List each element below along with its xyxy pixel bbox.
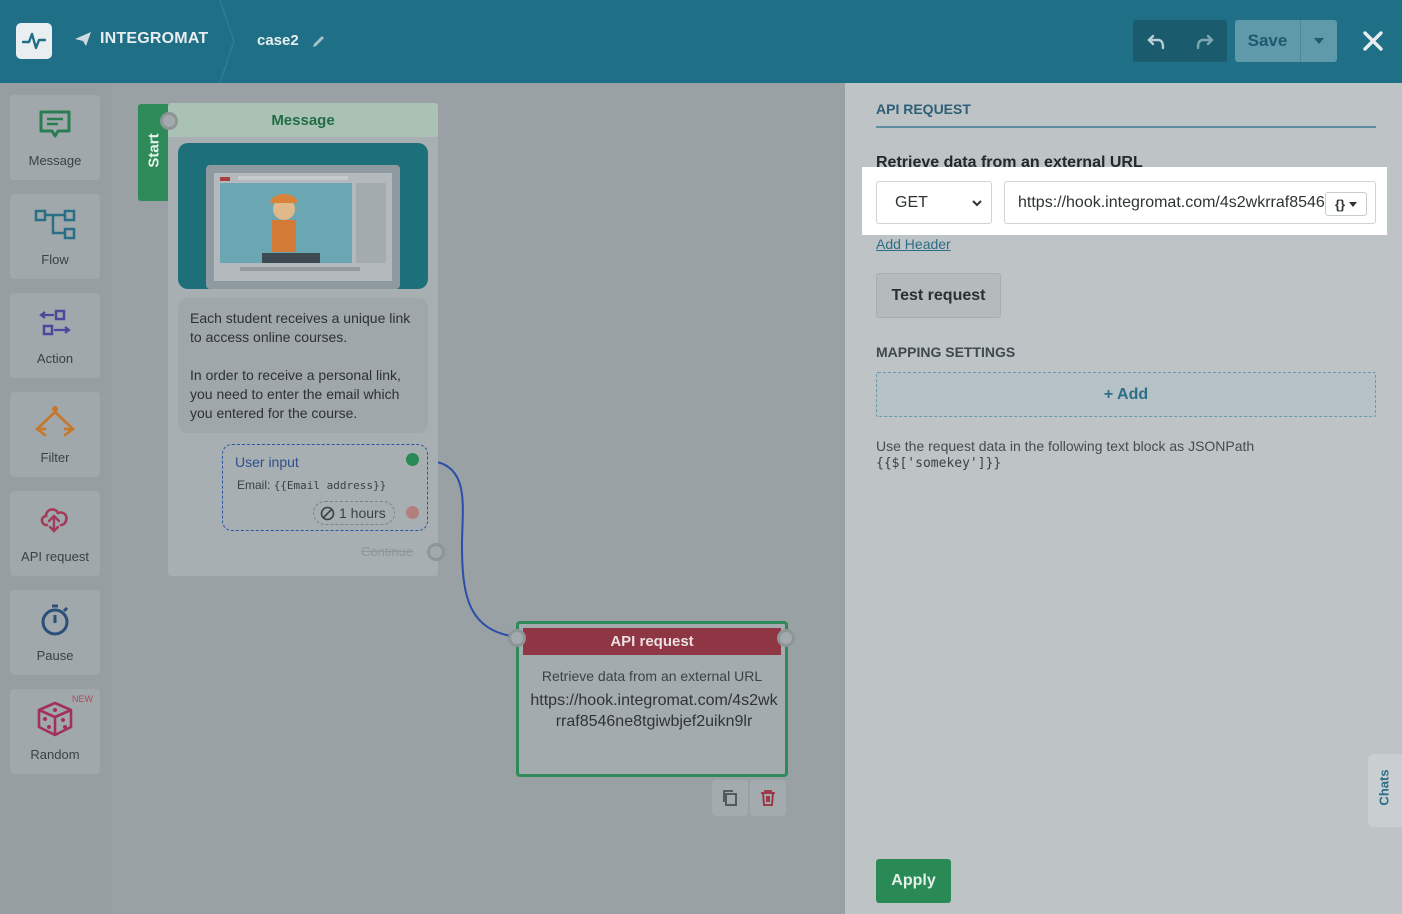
email-variable: {{Email address}}: [273, 479, 387, 492]
continue-label: Continue: [361, 544, 414, 559]
add-mapping-button[interactable]: + Add: [876, 372, 1376, 417]
api-request-node[interactable]: API request Retrieve data from an extern…: [516, 621, 788, 777]
history-controls: [1133, 20, 1227, 62]
chevron-down-icon: [972, 200, 982, 207]
api-node-url: https://hook.integromat.com/4s2wkrraf854…: [530, 692, 778, 730]
timeout-pill[interactable]: 1 hours: [313, 501, 395, 525]
no-entry-icon: [320, 506, 335, 520]
url-input[interactable]: [1018, 192, 1328, 214]
jsonpath-example: {{$['somekey']}}: [876, 456, 1002, 471]
caret-down-icon: [1314, 38, 1324, 44]
close-button[interactable]: [1358, 24, 1388, 58]
redo-icon: [1196, 34, 1214, 50]
panel-divider: [876, 126, 1376, 128]
add-header-link[interactable]: Add Header: [876, 236, 951, 252]
trash-icon: [761, 790, 775, 806]
method-select[interactable]: GET: [876, 181, 992, 224]
jsonpath-help-text: Use the request data in the following te…: [876, 438, 1255, 454]
duplicate-button[interactable]: [712, 780, 748, 816]
success-output-port[interactable]: [406, 453, 419, 466]
message-text-2: In order to receive a personal link, you…: [190, 367, 401, 421]
message-node-title: Message: [168, 103, 438, 137]
undo-button[interactable]: [1133, 20, 1180, 62]
save-options-button[interactable]: [1301, 20, 1337, 62]
caret-down-icon: [1349, 201, 1358, 207]
user-input-title: User input: [235, 454, 299, 470]
panel-title: API REQUEST: [876, 101, 971, 117]
close-icon: [1363, 31, 1383, 51]
message-text-1: Each student receives a unique link to a…: [190, 310, 411, 345]
redo-button[interactable]: [1180, 20, 1227, 62]
undo-icon: [1146, 34, 1164, 50]
chats-tab[interactable]: Chats: [1368, 754, 1402, 827]
user-input-email: Email: {{Email address}}: [237, 478, 386, 492]
chats-label: Chats: [1376, 769, 1392, 806]
insert-variable-button[interactable]: {}: [1325, 192, 1367, 216]
api-node-title: API request: [523, 628, 781, 655]
message-image: [178, 143, 428, 289]
braces-icon: {}: [1334, 196, 1346, 212]
timeout-label: 1 hours: [339, 505, 386, 521]
save-group: Save: [1235, 20, 1337, 62]
email-label: Email:: [237, 478, 271, 492]
api-node-description: Retrieve data from an external URL: [541, 668, 763, 684]
api-output-port[interactable]: [777, 629, 795, 647]
delete-button[interactable]: [750, 780, 786, 816]
video-lesson-illustration: [206, 165, 400, 289]
save-button[interactable]: Save: [1235, 20, 1301, 62]
continue-output-port[interactable]: [427, 543, 445, 561]
copy-icon: [723, 790, 737, 806]
apply-button[interactable]: Apply: [876, 859, 951, 903]
method-value: GET: [895, 193, 928, 211]
url-field[interactable]: {}: [1004, 181, 1376, 224]
timeout-output-port[interactable]: [406, 506, 419, 519]
test-request-button[interactable]: Test request: [876, 273, 1001, 318]
user-input-block[interactable]: User input Email: {{Email address}} 1 ho…: [222, 444, 428, 531]
api-input-port[interactable]: [508, 629, 526, 647]
message-node[interactable]: Message Each student receives a unique l…: [168, 103, 438, 576]
mapping-settings-title: MAPPING SETTINGS: [876, 344, 1016, 360]
message-input-port[interactable]: [160, 112, 178, 130]
message-text-bubble: Each student receives a unique link to a…: [178, 298, 428, 433]
